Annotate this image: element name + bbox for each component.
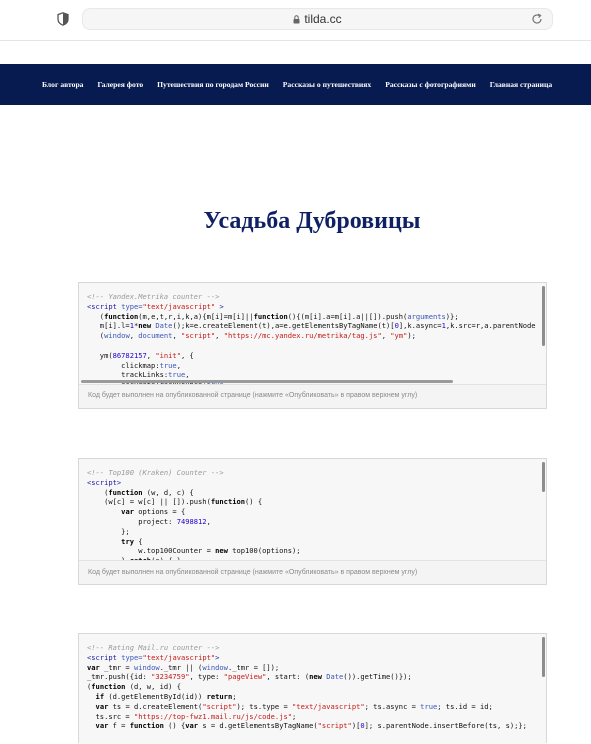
code-area[interactable]: <!-- Top100 (Kraken) Counter --> <script… — [79, 459, 546, 561]
address-bar[interactable]: tilda.cc — [82, 8, 553, 30]
nav-menu: Блог автора Галерея фото Путешествия по … — [42, 64, 566, 105]
code-note: Код будет выполнен на опубликованной стр… — [88, 392, 418, 399]
code-block-yandex: <!-- Yandex.Metrika counter --> <script … — [78, 282, 547, 409]
code-note: Код будет выполнен на опубликованной стр… — [88, 569, 418, 576]
nav-item-home[interactable]: Главная страница — [490, 80, 552, 89]
site-navigation: Блог автора Галерея фото Путешествия по … — [0, 64, 591, 105]
shield-icon[interactable] — [57, 12, 69, 26]
reload-icon[interactable] — [530, 12, 544, 26]
lock-icon — [293, 15, 300, 24]
url-text: tilda.cc — [304, 12, 342, 26]
nav-item-russia-travel[interactable]: Путешествия по городам России — [157, 80, 269, 89]
code-text: <!-- Yandex.Metrika counter --> <script … — [87, 292, 536, 384]
nav-item-gallery[interactable]: Галерея фото — [97, 80, 143, 89]
code-area[interactable]: <!-- Yandex.Metrika counter --> <script … — [79, 283, 546, 385]
vertical-scrollbar[interactable] — [542, 637, 545, 677]
code-area[interactable]: <!-- Rating Mail.ru counter --> <script … — [79, 634, 546, 744]
browser-toolbar: tilda.cc — [0, 0, 591, 41]
nav-item-blog[interactable]: Блог автора — [42, 80, 83, 89]
code-text: <!-- Rating Mail.ru counter --> <script … — [87, 643, 527, 731]
vertical-scrollbar[interactable] — [542, 286, 545, 346]
page-title: Усадьба Дубровицы — [203, 208, 421, 235]
nav-item-photo-stories[interactable]: Рассказы с фотографиями — [385, 80, 476, 89]
nav-item-travel-stories[interactable]: Рассказы о путешествиях — [283, 80, 371, 89]
vertical-scrollbar[interactable] — [542, 462, 545, 492]
horizontal-scrollbar[interactable] — [81, 380, 453, 383]
code-block-top100: <!-- Top100 (Kraken) Counter --> <script… — [78, 458, 547, 585]
code-text: <!-- Top100 (Kraken) Counter --> <script… — [87, 468, 301, 561]
